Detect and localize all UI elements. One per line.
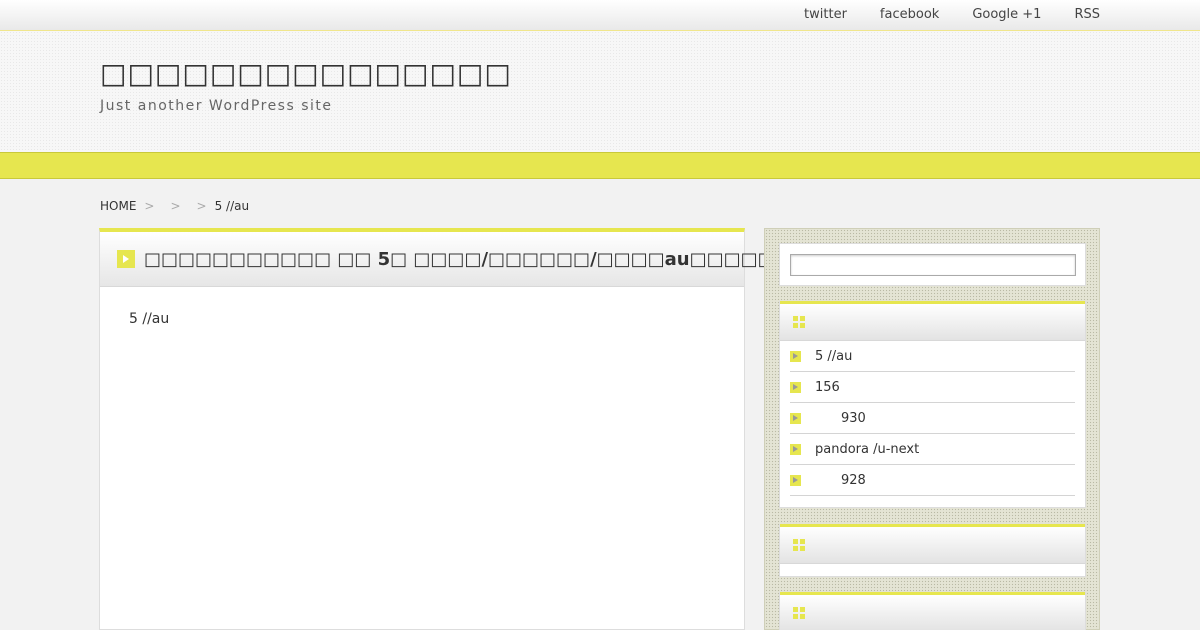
list-item-label[interactable]: 928 bbox=[815, 473, 866, 488]
breadcrumb-current: 5 //au bbox=[214, 199, 250, 213]
grid-icon bbox=[793, 607, 805, 619]
widget-header bbox=[780, 301, 1085, 341]
post-title: □□□□□□□□□□□ □□ 5□ □□□□/□□□□□□/□□□□au□□□□… bbox=[144, 248, 792, 270]
google-plus-link[interactable]: Google +1 bbox=[972, 2, 1041, 28]
twitter-link[interactable]: twitter bbox=[804, 2, 847, 28]
breadcrumb-separator: > bbox=[196, 199, 207, 213]
list-item[interactable]: 156 bbox=[790, 372, 1075, 403]
sidebar: 5 //au 156 930 pandora /u-next 928 bbox=[764, 228, 1100, 630]
site-header: □□□□□□□□□□□□□□□ Just another WordPress s… bbox=[0, 31, 1200, 152]
grid-icon bbox=[793, 539, 805, 551]
sidebar-widget bbox=[779, 592, 1086, 630]
breadcrumb-home[interactable]: HOME bbox=[100, 199, 136, 213]
recent-posts-list: 5 //au 156 930 pandora /u-next 928 bbox=[780, 341, 1085, 496]
main-article: □□□□□□□□□□□ □□ 5□ □□□□/□□□□□□/□□□□au□□□□… bbox=[99, 228, 792, 630]
recent-posts-widget: 5 //au 156 930 pandora /u-next 928 bbox=[779, 301, 1086, 508]
social-links: twitter facebook Google +1 RSS bbox=[771, 0, 1100, 30]
widget-header bbox=[780, 592, 1085, 630]
play-icon bbox=[790, 381, 801, 393]
play-icon bbox=[790, 443, 801, 455]
breadcrumb: HOME > > > 5 //au bbox=[100, 198, 249, 214]
list-item[interactable]: 5 //au bbox=[790, 341, 1075, 372]
search-widget bbox=[779, 243, 1086, 286]
breadcrumb-separator: > bbox=[144, 199, 155, 213]
top-bar: twitter facebook Google +1 RSS bbox=[0, 0, 1200, 31]
play-icon bbox=[117, 250, 135, 268]
facebook-link[interactable]: facebook bbox=[880, 2, 939, 28]
list-item-label[interactable]: 5 //au bbox=[815, 349, 852, 364]
sidebar-widget bbox=[779, 524, 1086, 577]
play-icon bbox=[790, 474, 801, 486]
post-body: 5 //au bbox=[129, 311, 170, 327]
list-item[interactable]: 928 bbox=[790, 465, 1075, 496]
list-item-label[interactable]: 156 bbox=[815, 380, 840, 395]
breadcrumb-separator: > bbox=[170, 199, 181, 213]
list-item-label[interactable]: 930 bbox=[815, 411, 866, 426]
nav-bar bbox=[0, 152, 1200, 179]
list-item[interactable]: pandora /u-next bbox=[790, 434, 1075, 465]
post-header: □□□□□□□□□□□ □□ 5□ □□□□/□□□□□□/□□□□au□□□□… bbox=[100, 232, 792, 287]
grid-icon bbox=[793, 316, 805, 328]
site-description: Just another WordPress site bbox=[100, 98, 333, 114]
play-icon bbox=[790, 350, 801, 362]
list-item[interactable]: 930 bbox=[790, 403, 1075, 434]
search-input[interactable] bbox=[790, 254, 1076, 276]
widget-header bbox=[780, 524, 1085, 564]
list-item-label[interactable]: pandora /u-next bbox=[815, 442, 919, 457]
site-title[interactable]: □□□□□□□□□□□□□□□ bbox=[100, 57, 512, 90]
rss-link[interactable]: RSS bbox=[1074, 2, 1100, 28]
play-icon bbox=[790, 412, 801, 424]
